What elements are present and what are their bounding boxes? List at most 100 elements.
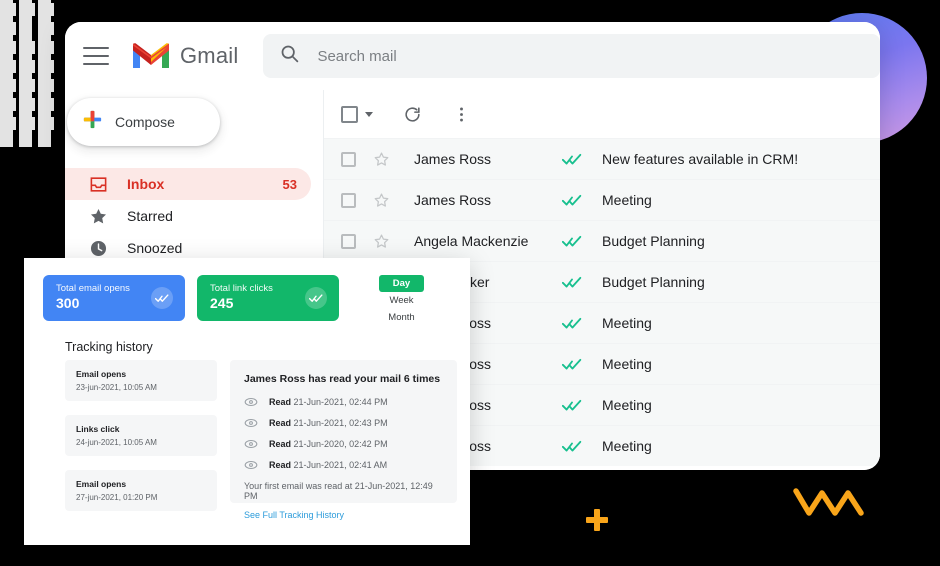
mail-subject: Budget Planning (602, 233, 705, 249)
first-read-note: Your first email was read at 21-Jun-2021… (244, 481, 433, 501)
sidebar-item-inbox[interactable]: Inbox 53 (65, 168, 311, 200)
mail-row[interactable]: James Ross Meeting (324, 179, 880, 220)
read-event-text: Read 21-Jun-2021, 02:41 AM (269, 460, 388, 470)
stat-card-link-clicks: Total link clicks 245 (197, 275, 339, 321)
read-event-row: Read 21-Jun-2021, 02:44 PM (244, 395, 443, 409)
double-check-icon (562, 190, 592, 210)
checkbox-icon[interactable] (341, 151, 356, 167)
read-event-text: Read 21-Jun-2020, 02:42 PM (269, 439, 388, 449)
read-event-row: Read 21-Jun-2020, 02:42 PM (244, 437, 443, 451)
history-item-time: 27-jun-2021, 01:20 PM (76, 493, 158, 502)
gmail-wordmark: Gmail (180, 43, 239, 68)
clock-icon (89, 239, 109, 258)
double-check-icon (562, 149, 592, 169)
mail-sender: James Ross (414, 192, 492, 208)
mail-row[interactable]: James Ross New features available in CRM! (324, 138, 880, 179)
star-outline-icon[interactable] (373, 233, 390, 250)
plus-sparkle-icon (586, 509, 608, 531)
double-check-icon (562, 231, 592, 251)
eye-icon (244, 395, 259, 409)
tracking-columns: Email opens 23-jun-2021, 10:05 AM Links cl… (24, 360, 470, 525)
stat-value: 300 (56, 295, 80, 312)
star-outline-icon[interactable] (373, 151, 390, 168)
tracking-history-item[interactable]: Links click 24-jun-2021, 10:05 AM (65, 415, 217, 456)
star-outline-icon[interactable] (373, 192, 390, 209)
orange-squiggle-icon (792, 486, 870, 523)
stat-label: Total link clicks (210, 283, 273, 295)
range-option-month[interactable]: Month (379, 309, 424, 326)
star-icon (89, 207, 109, 226)
gmail-logo-icon (131, 41, 171, 71)
screenshot-stage: Gmail Search mail Compose Inbox 53 Starr… (0, 0, 940, 566)
tracking-detail-headline: James Ross has read your mail 6 times (244, 373, 441, 385)
eye-icon (244, 437, 259, 451)
history-item-time: 24-jun-2021, 10:05 AM (76, 438, 157, 447)
inbox-icon (89, 175, 109, 194)
search-input[interactable] (317, 47, 880, 65)
search-icon (279, 43, 300, 69)
mail-subject: Meeting (602, 192, 652, 208)
compose-button[interactable]: Compose (67, 98, 220, 146)
stat-label: Total email opens (56, 283, 130, 295)
search-bar[interactable] (263, 34, 880, 78)
double-check-icon (562, 395, 592, 415)
mail-subject: Meeting (602, 315, 652, 331)
sidebar-item-label: Starred (127, 208, 173, 224)
more-vertical-icon[interactable] (452, 105, 471, 124)
list-toolbar (324, 90, 880, 138)
stat-card-email-opens: Total email opens 300 (43, 275, 185, 321)
tracking-history-item[interactable]: Email opens 27-jun-2021, 01:20 PM (65, 470, 217, 511)
mail-subject: Meeting (602, 356, 652, 372)
mail-subject: Meeting (602, 397, 652, 413)
double-check-icon (562, 313, 592, 333)
sidebar-item-starred[interactable]: Starred (65, 200, 311, 232)
chevron-down-icon (365, 111, 373, 117)
read-event-row: Read 21-Jun-2021, 02:43 PM (244, 416, 443, 430)
mail-subject: Budget Planning (602, 274, 705, 290)
refresh-icon[interactable] (403, 105, 422, 124)
compose-plus-icon (81, 108, 104, 136)
double-check-icon (562, 436, 592, 456)
checker-grid-pattern (0, 0, 57, 147)
hamburger-menu-icon[interactable] (83, 47, 109, 65)
range-toggle: Day Week Month (379, 275, 424, 326)
sidebar-nav-list: Inbox 53 Starred Snoozed (65, 168, 323, 264)
eye-icon (244, 458, 259, 472)
see-full-tracking-history-link[interactable]: See Full Tracking History (244, 510, 443, 520)
mail-row[interactable]: Angela Mackenzie Budget Planning (324, 220, 880, 261)
mail-subject: Meeting (602, 438, 652, 454)
gmail-logo: Gmail (131, 41, 238, 71)
history-item-time: 23-jun-2021, 10:05 AM (76, 383, 157, 392)
checkbox-icon[interactable] (341, 233, 356, 249)
inbox-unread-count: 53 (282, 176, 297, 192)
double-check-icon (562, 354, 592, 374)
double-check-icon (562, 272, 592, 292)
read-events-list: Read 21-Jun-2021, 02:44 PM Read 21-Jun-20… (244, 395, 443, 472)
stat-value: 245 (210, 295, 234, 312)
mail-subject: New features available in CRM! (602, 151, 799, 167)
range-option-week[interactable]: Week (379, 292, 424, 309)
compose-label: Compose (115, 114, 175, 130)
history-item-title: Email opens (76, 479, 127, 489)
history-item-title: Email opens (76, 369, 127, 379)
double-check-icon (151, 287, 173, 309)
range-option-day[interactable]: Day (379, 275, 424, 292)
read-event-text: Read 21-Jun-2021, 02:43 PM (269, 418, 388, 428)
tracking-history-item[interactable]: Email opens 23-jun-2021, 10:05 AM (65, 360, 217, 401)
select-all-control[interactable] (341, 105, 373, 123)
double-check-icon (305, 287, 327, 309)
email-tracking-panel: Total email opens 300 Total link clicks … (24, 258, 470, 545)
mail-sender: Angela Mackenzie (414, 233, 529, 249)
tracking-history-title: Tracking history (65, 340, 153, 354)
sidebar-item-label: Snoozed (127, 240, 183, 256)
tracking-history-list: Email opens 23-jun-2021, 10:05 AM Links cl… (65, 360, 217, 525)
tracking-detail-card: James Ross has read your mail 6 times Re… (230, 360, 457, 520)
sidebar-item-label: Inbox (127, 176, 165, 192)
checkbox-icon (341, 105, 358, 123)
tracking-stats-row: Total email opens 300 Total link clicks … (24, 258, 470, 326)
checkbox-icon[interactable] (341, 192, 356, 208)
read-event-text: Read 21-Jun-2021, 02:44 PM (269, 397, 388, 407)
eye-icon (244, 416, 259, 430)
mail-sender: James Ross (414, 151, 492, 167)
gmail-header: Gmail (65, 22, 880, 90)
